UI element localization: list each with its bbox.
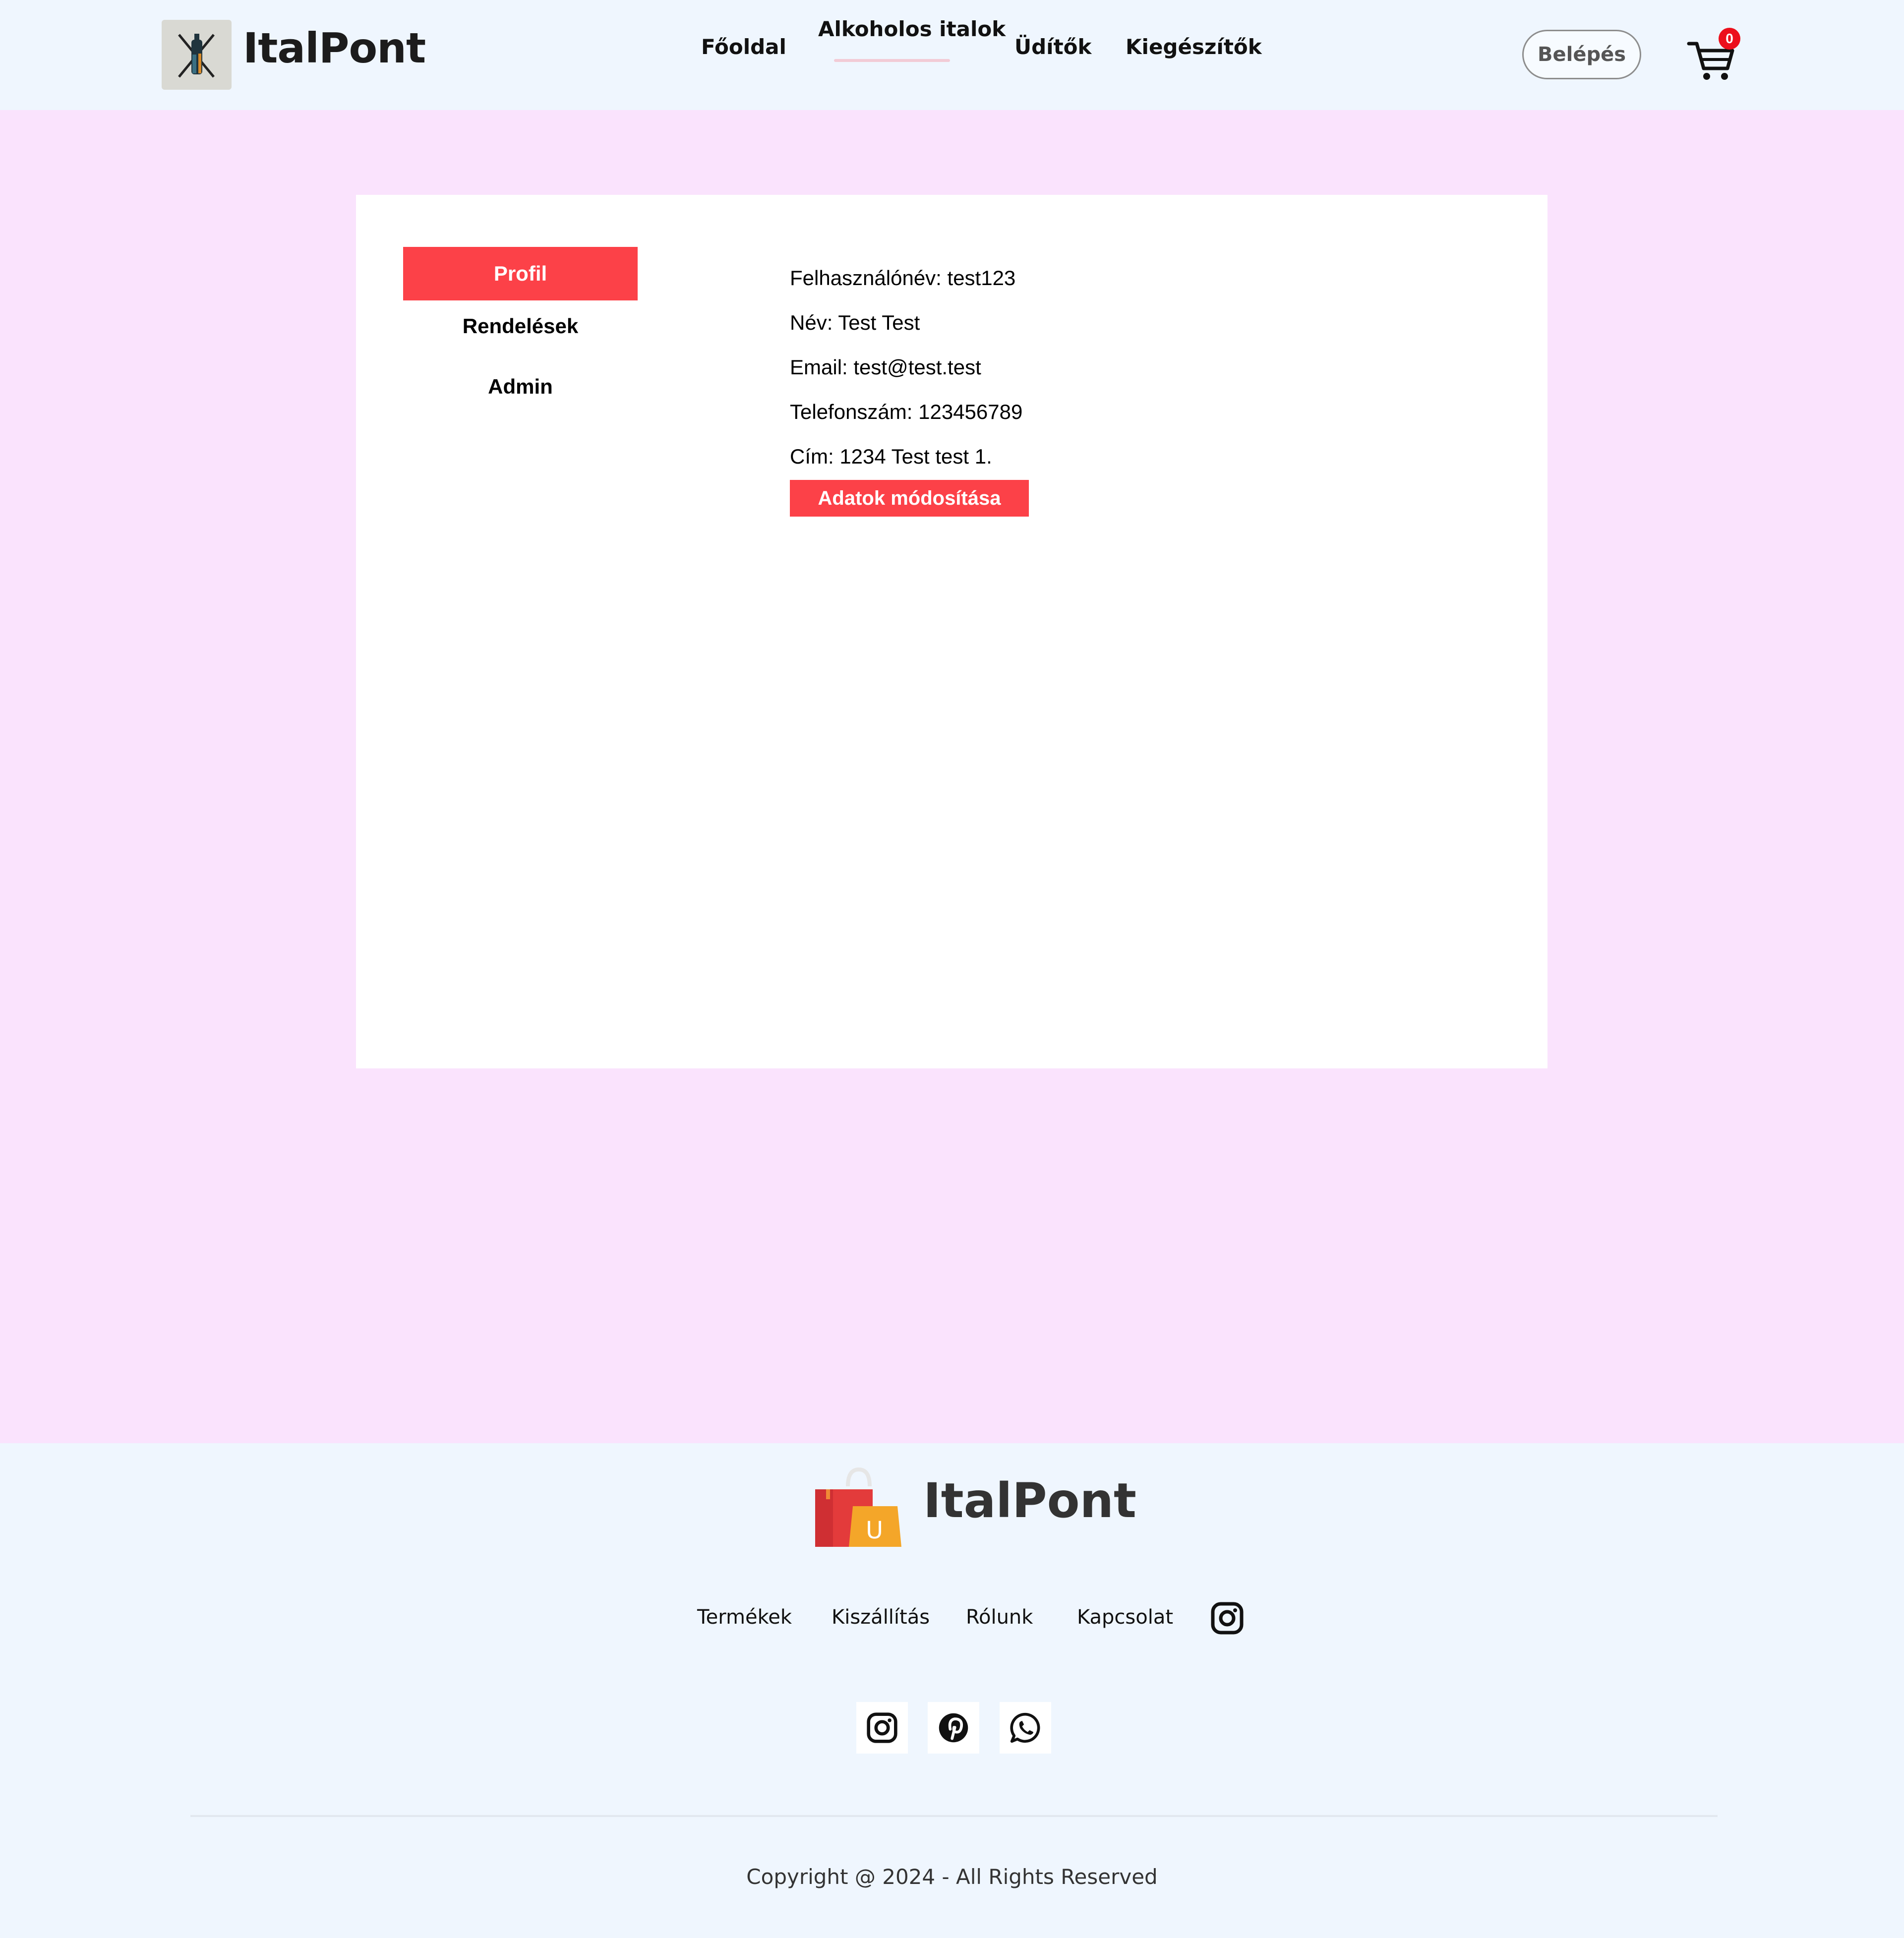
nav-alcoholic-drinks[interactable]: Alkoholos italok xyxy=(818,17,1006,41)
footer-link-products[interactable]: Termékek xyxy=(697,1606,792,1629)
instagram-icon xyxy=(867,1712,897,1743)
name-text: Név: Test Test xyxy=(790,311,920,334)
nav-home[interactable]: Főoldal xyxy=(701,35,786,59)
nav-accessories[interactable]: Kiegészítők xyxy=(1126,35,1262,59)
whatsapp-icon xyxy=(1010,1712,1040,1743)
cart-count-badge: 0 xyxy=(1719,28,1740,50)
login-button[interactable]: Belépés xyxy=(1522,30,1641,79)
logo-letter: U xyxy=(866,1517,883,1544)
social-pinterest-button[interactable] xyxy=(928,1702,979,1754)
shopping-bag-logo-icon[interactable]: U xyxy=(813,1467,902,1551)
site-header: ItalPont Főoldal Alkoholos italok Üdítők… xyxy=(0,0,1904,110)
copyright-text: Copyright @ 2024 - All Rights Reserved xyxy=(746,1865,1158,1889)
address-text: Cím: 1234 Test test 1. xyxy=(790,445,992,468)
sidebar-item-orders[interactable]: Rendelések xyxy=(403,301,638,351)
footer-brand-name[interactable]: ItalPont xyxy=(923,1473,1136,1528)
site-footer: U ItalPont Termékek Kiszállítás Rólunk K… xyxy=(0,1443,1904,1938)
profile-card: Profil Rendelések Admin Felhasználónév: … xyxy=(356,195,1547,1068)
footer-divider xyxy=(190,1815,1718,1817)
brand-name[interactable]: ItalPont xyxy=(243,24,426,72)
sidebar-item-admin[interactable]: Admin xyxy=(403,362,638,411)
nav-soft-drinks[interactable]: Üdítők xyxy=(1014,35,1091,59)
sidebar-item-profile[interactable]: Profil xyxy=(403,247,638,300)
footer-link-about[interactable]: Rólunk xyxy=(966,1606,1033,1629)
logo-icon[interactable] xyxy=(162,20,232,90)
instagram-icon[interactable] xyxy=(1210,1601,1245,1636)
social-whatsapp-button[interactable] xyxy=(1000,1702,1051,1754)
email-text: Email: test@test.test xyxy=(790,355,981,379)
footer-link-contact[interactable]: Kapcsolat xyxy=(1077,1606,1173,1629)
pinterest-icon xyxy=(939,1713,968,1743)
active-nav-indicator xyxy=(834,59,950,62)
username-text: Felhasználónév: test123 xyxy=(790,266,1016,290)
footer-link-shipping[interactable]: Kiszállítás xyxy=(832,1606,930,1629)
cart-button[interactable]: 0 xyxy=(1686,28,1740,82)
social-instagram-button[interactable] xyxy=(856,1702,908,1754)
edit-profile-button[interactable]: Adatok módosítása xyxy=(790,480,1029,517)
phone-text: Telefonszám: 123456789 xyxy=(790,400,1023,423)
